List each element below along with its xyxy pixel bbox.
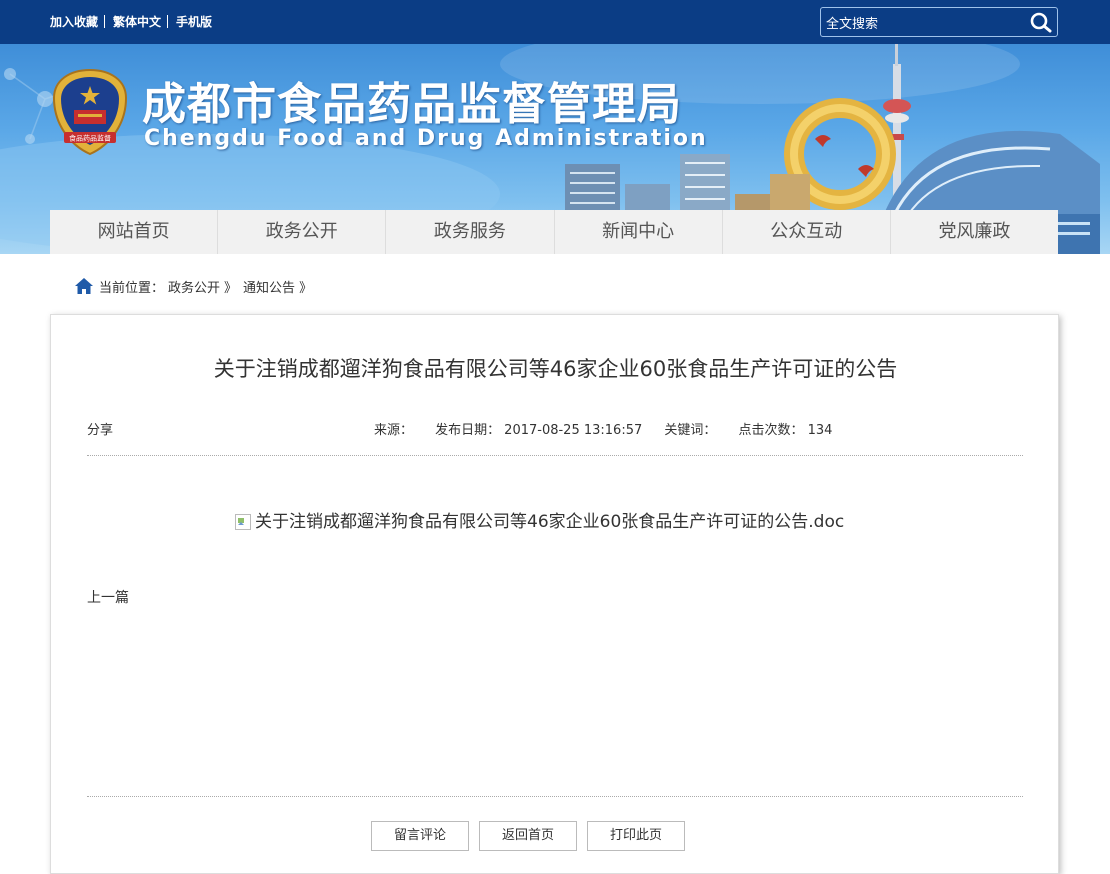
nav-item-government-services[interactable]: 政务服务 — [386, 210, 555, 254]
click-count-label: 点击次数： — [738, 423, 804, 438]
publish-date-label: 发布日期： — [435, 423, 501, 438]
site-title-english: Chengdu Food and Drug Administration — [144, 126, 708, 151]
search-icon[interactable] — [1029, 11, 1053, 33]
article-title: 关于注销成都遛洋狗食品有限公司等46家企业60张食品生产许可证的公告 — [213, 357, 898, 381]
mobile-version-link[interactable]: 手机版 — [176, 13, 212, 30]
breadcrumb-item-government-affairs[interactable]: 政务公开 — [168, 277, 220, 296]
top-link-divider — [104, 15, 106, 28]
leave-comment-button[interactable]: 留言评论 — [371, 821, 469, 851]
attachment-link[interactable]: 关于注销成都遛洋狗食品有限公司等46家企业60张食品生产许可证的公告.doc — [235, 507, 844, 532]
search-input[interactable] — [826, 12, 1026, 32]
nav-item-public-interaction[interactable]: 公众互动 — [722, 210, 891, 254]
publish-date: 2017-08-25 13:16:57 — [504, 423, 643, 438]
attachment-filename: 关于注销成都遛洋狗食品有限公司等46家企业60张食品生产许可证的公告.doc — [255, 512, 845, 532]
home-icon[interactable] — [74, 277, 94, 295]
breadcrumb-separator: 》 — [224, 280, 238, 296]
broken-image-icon — [235, 513, 251, 530]
search-box — [820, 7, 1058, 37]
nav-item-government-affairs[interactable]: 政务公开 — [218, 210, 387, 254]
nav-item-home[interactable]: 网站首页 — [50, 210, 219, 254]
breadcrumb-item-notices[interactable]: 通知公告 — [243, 277, 295, 296]
meta-divider — [87, 455, 1023, 456]
breadcrumb-label: 当前位置： — [99, 280, 165, 296]
site-title-chinese: 成都市食品药品监督管理局 — [142, 79, 682, 130]
nav-item-news-center[interactable]: 新闻中心 — [554, 210, 723, 254]
traditional-chinese-link[interactable]: 繁体中文 — [113, 13, 161, 30]
nav-item-party-integrity[interactable]: 党风廉政 — [890, 210, 1059, 254]
main-nav: 网站首页 政务公开 政务服务 新闻中心 公众互动 党风廉政 — [50, 210, 1059, 254]
footer-divider — [87, 796, 1023, 797]
share-button[interactable]: 分享 — [87, 419, 113, 438]
breadcrumb-separator: 》 — [299, 280, 313, 296]
top-links: 加入收藏 繁体中文 手机版 — [50, 13, 212, 30]
article-meta-info: 来源： 发布日期： 2017-08-25 13:16:57 关键词： 点击次数： 1… — [374, 419, 836, 438]
previous-article-link[interactable]: 上一篇 — [87, 587, 129, 607]
article-panel: 关于注销成都遛洋狗食品有限公司等46家企业60张食品生产许可证的公告 分享 来源… — [50, 314, 1059, 874]
source-label: 来源： — [374, 423, 414, 438]
keywords-label: 关键词： — [664, 423, 717, 438]
print-page-button[interactable]: 打印此页 — [587, 821, 685, 851]
article-meta: 分享 来源： 发布日期： 2017-08-25 13:16:57 关键词： 点击次… — [87, 417, 1023, 438]
top-link-divider — [167, 15, 169, 28]
government-emblem: 食品药品监督 — [50, 68, 130, 158]
back-home-button[interactable]: 返回首页 — [479, 821, 577, 851]
click-count: 134 — [807, 423, 833, 438]
breadcrumb: 当前位置： 政务公开 》 通知公告 》 — [74, 275, 314, 297]
article-actions: 留言评论 返回首页 打印此页 — [371, 821, 695, 851]
emblem-text: 食品药品监督 — [69, 134, 111, 143]
top-bar: 加入收藏 繁体中文 手机版 — [0, 0, 1110, 44]
add-favorite-link[interactable]: 加入收藏 — [50, 13, 98, 30]
